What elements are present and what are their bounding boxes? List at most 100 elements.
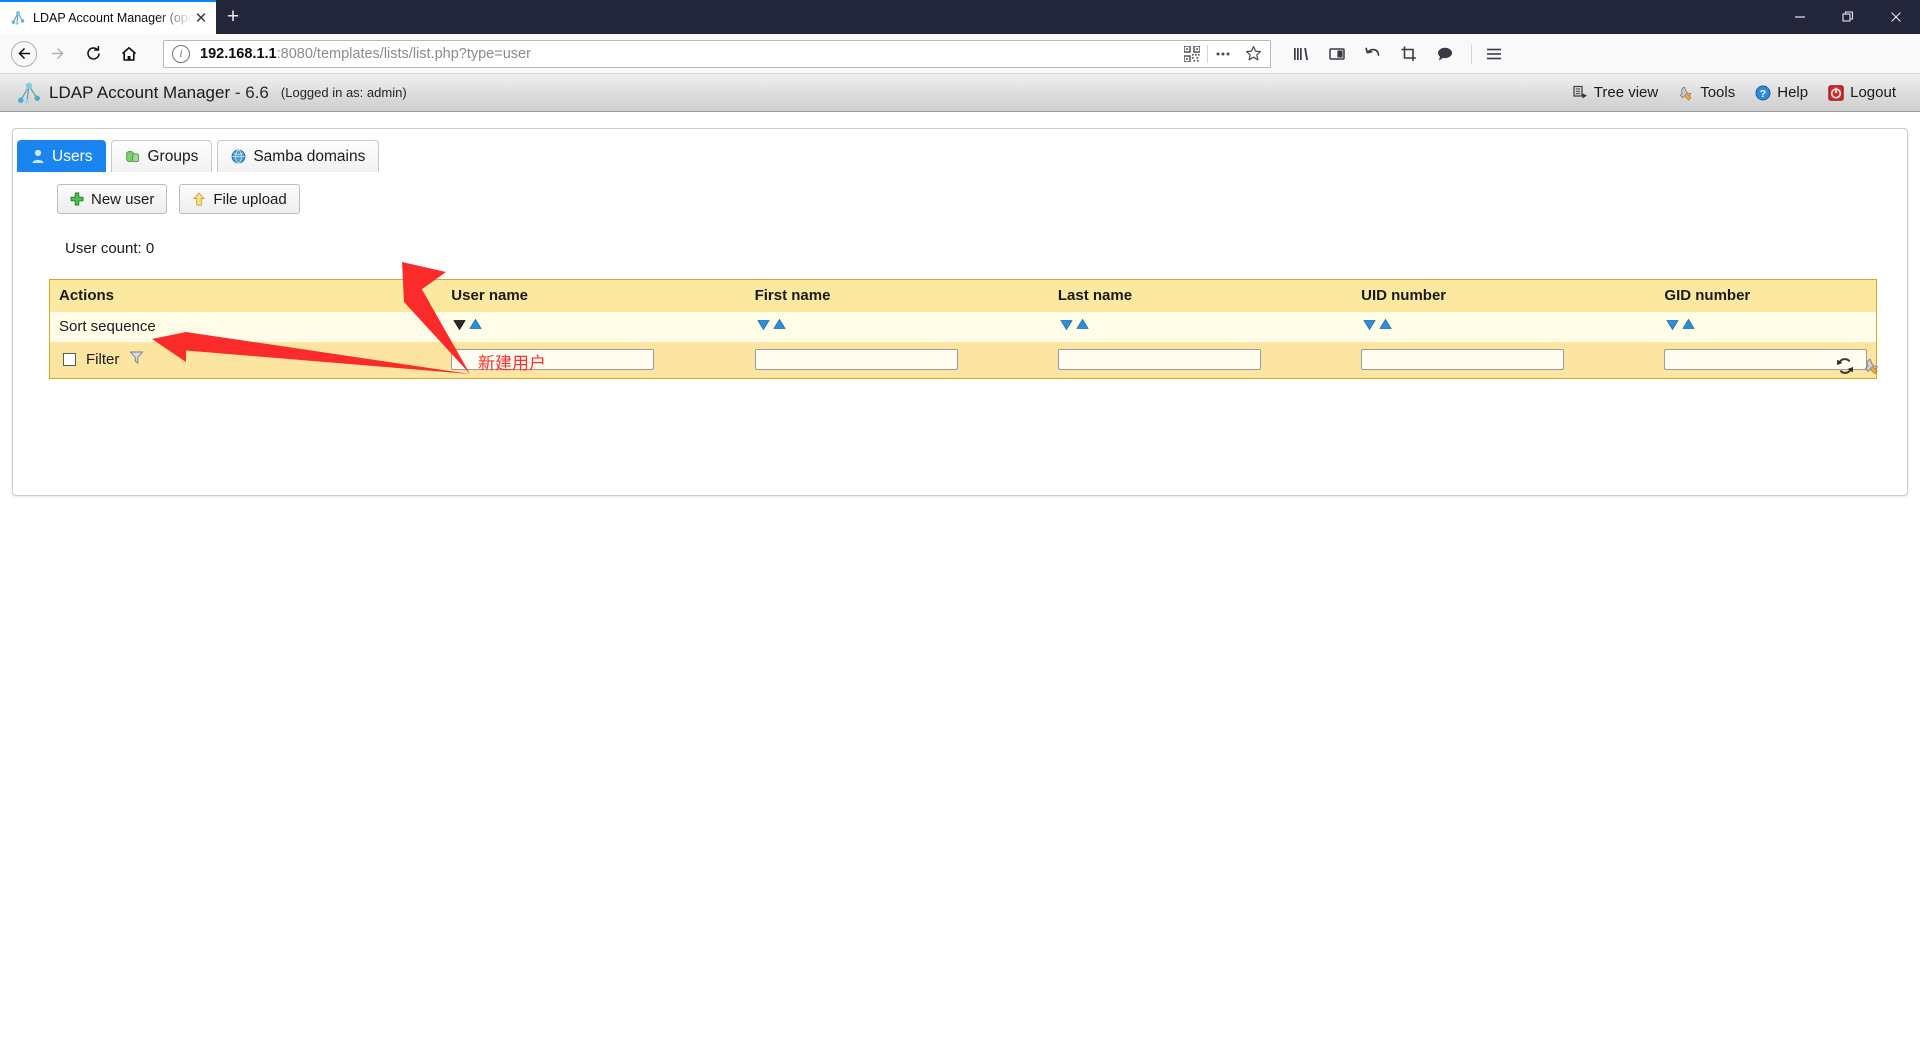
svg-text:?: ? bbox=[1760, 88, 1766, 100]
qr-code-icon[interactable] bbox=[1177, 41, 1207, 67]
sort-cell-user-name bbox=[442, 312, 745, 342]
logout-link[interactable]: Logout bbox=[1818, 84, 1906, 101]
filter-row: Filter bbox=[49, 341, 1877, 379]
tab-samba-label: Samba domains bbox=[253, 147, 366, 165]
main-tab-bar: Users Groups Samba domains bbox=[13, 129, 1907, 172]
tab-samba-domains[interactable]: Samba domains bbox=[217, 140, 380, 172]
undo-arrow-icon[interactable] bbox=[1357, 38, 1389, 70]
file-upload-button[interactable]: File upload bbox=[179, 184, 300, 214]
funnel-icon[interactable] bbox=[129, 350, 144, 370]
sort-cell-gid-number bbox=[1655, 312, 1876, 342]
lam-header-bar: LDAP Account Manager - 6.6 (Logged in as… bbox=[0, 74, 1920, 112]
file-upload-label: File upload bbox=[213, 190, 287, 208]
sort-descending-icon-user-name[interactable] bbox=[452, 317, 467, 336]
page-content: LDAP Account Manager - 6.6 (Logged in as… bbox=[0, 74, 1920, 1039]
filter-actions-cell: Filter bbox=[50, 342, 443, 379]
lam-header-links: Tree view Tools ? Help Logout bbox=[1563, 84, 1906, 101]
screenshot-crop-icon[interactable] bbox=[1393, 38, 1425, 70]
url-text: 192.168.1.1:8080/templates/lists/list.ph… bbox=[200, 46, 1177, 62]
column-header-first-name: First name bbox=[754, 287, 831, 305]
app-name: LDAP Account Manager bbox=[49, 82, 231, 102]
plus-icon bbox=[70, 192, 84, 206]
sort-sequence-label: Sort sequence bbox=[59, 318, 156, 335]
lam-logo-icon bbox=[16, 81, 42, 105]
user-icon bbox=[31, 149, 45, 164]
column-header-actions: Actions bbox=[59, 287, 115, 305]
tree-view-icon bbox=[1573, 85, 1588, 100]
back-button[interactable] bbox=[11, 40, 37, 67]
filter-label: Filter bbox=[86, 351, 120, 369]
filter-cell-last-name bbox=[1049, 342, 1352, 379]
reload-button[interactable] bbox=[77, 38, 109, 70]
select-all-checkbox[interactable] bbox=[63, 353, 76, 367]
window-minimize-button[interactable] bbox=[1776, 0, 1824, 34]
browser-title-bar: LDAP Account Manager (ope ✕ + bbox=[0, 0, 1920, 34]
toolbar-divider bbox=[1471, 43, 1472, 64]
column-header-gid-number: GID number bbox=[1664, 287, 1751, 305]
filter-cell-first-name bbox=[746, 342, 1049, 379]
tree-view-label: Tree view bbox=[1593, 84, 1659, 101]
settings-wrench-icon[interactable] bbox=[1863, 357, 1881, 380]
sort-descending-icon-last-name[interactable] bbox=[1059, 317, 1074, 336]
column-header-user-name: User name bbox=[451, 287, 529, 305]
logout-label: Logout bbox=[1850, 84, 1896, 101]
lam-favicon-icon bbox=[10, 10, 26, 26]
sort-descending-icon-first-name[interactable] bbox=[756, 317, 771, 336]
window-controls bbox=[1776, 0, 1920, 34]
annotation-text: 新建用户 bbox=[478, 354, 546, 373]
column-header-last-name: Last name bbox=[1057, 287, 1133, 305]
sidebar-icon[interactable] bbox=[1321, 38, 1353, 70]
app-version: - 6.6 bbox=[234, 82, 269, 102]
browser-tab-active[interactable]: LDAP Account Manager (ope ✕ bbox=[0, 0, 216, 34]
library-icon[interactable] bbox=[1285, 38, 1317, 70]
url-path: :8080/templates/lists/list.php?type=user bbox=[276, 45, 531, 62]
url-bar[interactable]: i 192.168.1.1:8080/templates/lists/list.… bbox=[163, 39, 1271, 68]
sort-cell-uid-number bbox=[1352, 312, 1655, 342]
filter-input-last-name[interactable] bbox=[1057, 349, 1261, 371]
sort-ascending-icon-gid-number[interactable] bbox=[1681, 317, 1696, 336]
filter-input-uid-number[interactable] bbox=[1361, 349, 1565, 371]
sort-ascending-icon-first-name[interactable] bbox=[772, 317, 787, 336]
sort-descending-icon-gid-number[interactable] bbox=[1665, 317, 1680, 336]
logged-in-as: (Logged in as: admin) bbox=[280, 85, 407, 100]
hamburger-menu-icon[interactable] bbox=[1478, 38, 1510, 70]
sort-sequence-row: Sort sequence bbox=[49, 311, 1877, 342]
new-tab-button[interactable]: + bbox=[216, 0, 250, 34]
tab-users[interactable]: Users bbox=[17, 140, 107, 172]
new-user-label: New user bbox=[91, 190, 155, 208]
tab-groups[interactable]: Groups bbox=[111, 140, 213, 172]
home-button[interactable] bbox=[113, 38, 145, 70]
table-header-row: Actions User name First name Last name U… bbox=[49, 279, 1877, 312]
globe-icon bbox=[231, 149, 246, 164]
window-restore-button[interactable] bbox=[1824, 0, 1872, 34]
tools-link[interactable]: Tools bbox=[1668, 84, 1745, 101]
refresh-icon[interactable] bbox=[1836, 357, 1854, 380]
window-close-button[interactable] bbox=[1872, 0, 1920, 34]
user-count-text: User count: 0 bbox=[65, 240, 155, 257]
page-actions-icon[interactable] bbox=[1208, 41, 1238, 67]
filter-input-first-name[interactable] bbox=[754, 349, 958, 371]
close-tab-icon[interactable]: ✕ bbox=[192, 9, 210, 27]
help-link[interactable]: ? Help bbox=[1745, 84, 1818, 101]
column-header-uid-number: UID number bbox=[1361, 287, 1447, 305]
users-list-table: Actions User name First name Last name U… bbox=[49, 279, 1877, 379]
logout-icon bbox=[1828, 84, 1844, 101]
bookmark-star-icon[interactable] bbox=[1238, 41, 1268, 67]
sort-descending-icon-uid-number[interactable] bbox=[1362, 317, 1377, 336]
forward-button[interactable] bbox=[41, 38, 73, 70]
url-host: 192.168.1.1 bbox=[200, 45, 277, 62]
new-user-button[interactable]: New user bbox=[57, 184, 168, 214]
site-info-icon[interactable]: i bbox=[172, 44, 190, 63]
browser-navigation-bar: i 192.168.1.1:8080/templates/lists/list.… bbox=[0, 34, 1920, 74]
action-toolbar: New user File upload bbox=[13, 172, 1907, 214]
tab-users-label: Users bbox=[52, 147, 93, 165]
tree-view-link[interactable]: Tree view bbox=[1563, 84, 1668, 101]
wrench-icon bbox=[1678, 85, 1694, 101]
app-title: LDAP Account Manager - 6.6 bbox=[49, 83, 269, 103]
sort-ascending-icon-last-name[interactable] bbox=[1075, 317, 1090, 336]
sort-cell-last-name bbox=[1049, 312, 1352, 342]
chat-bubble-icon[interactable] bbox=[1429, 38, 1461, 70]
sort-ascending-icon-user-name[interactable] bbox=[468, 317, 483, 336]
filter-cell-uid-number bbox=[1352, 342, 1655, 379]
sort-ascending-icon-uid-number[interactable] bbox=[1378, 317, 1393, 336]
